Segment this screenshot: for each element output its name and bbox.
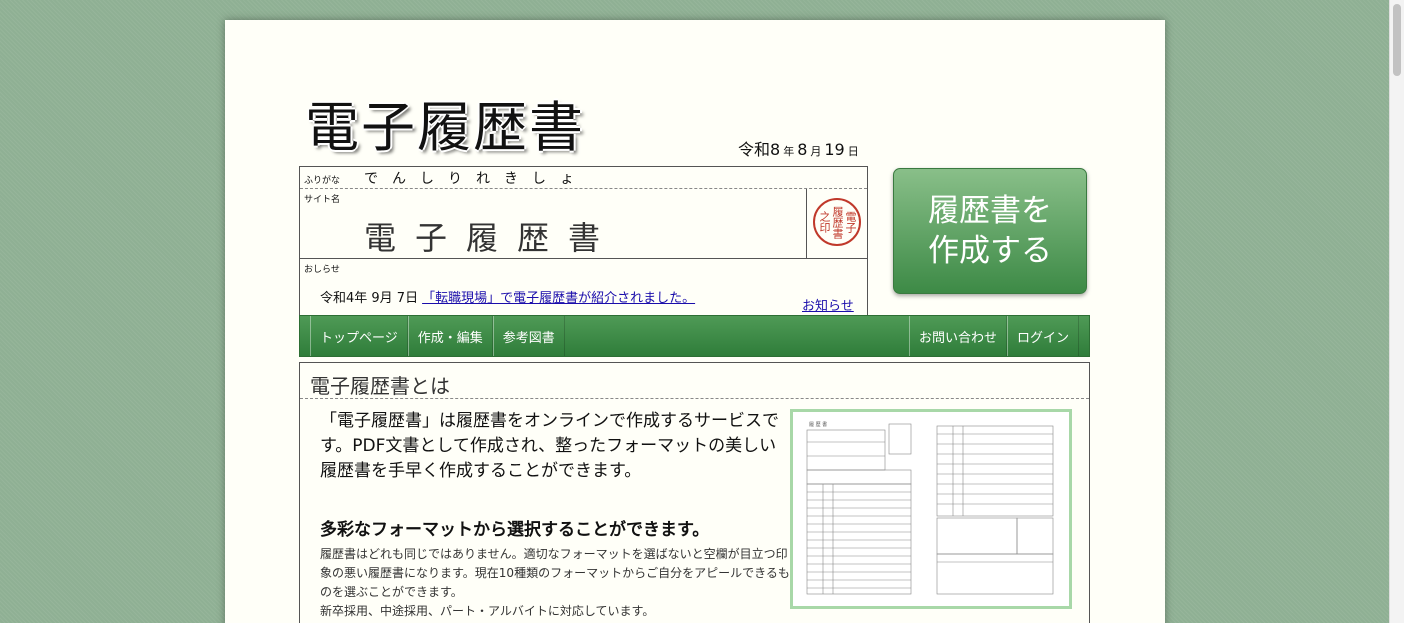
intro-lead: 「電子履歴書」は履歴書をオンラインで作成するサービスです。PDF文書として作成さ… <box>320 411 779 481</box>
name-row: サイト名 電子履歴書 電子 履歴書 之印 <box>300 189 867 259</box>
seal-cell: 電子 履歴書 之印 <box>806 189 868 259</box>
nav-item-top[interactable]: トップページ <box>310 316 408 356</box>
news-row: おしらせ 令和4年 9月 7日 「転職現場」で電子履歴書が紹介されました。 お知ら… <box>300 259 867 315</box>
main-nav: トップページ 作成・編集 参考図書 お問い合わせ ログイン <box>299 315 1090 357</box>
name-label: サイト名 <box>304 195 341 205</box>
furigana-label: ふりがな <box>304 176 341 186</box>
page-sheet: 電子履歴書 令和8 年 8 月 19 日 ふりがな でんしりれきしょ サイト名 電子履歴書… <box>225 20 1165 623</box>
news-item: 令和4年 9月 7日 「転職現場」で電子履歴書が紹介されました。 <box>320 287 695 306</box>
nav-item-edit[interactable]: 作成・編集 <box>407 316 493 356</box>
feature-body-text: 履歴書はどれも同じではありません。適切なフォーマットを選ばないと空欄が目立つ印象… <box>320 547 790 599</box>
site-logo[interactable]: 電子履歴書 <box>305 98 585 158</box>
nav-item-contact[interactable]: お問い合わせ <box>908 316 1007 356</box>
intro-section: 電子履歴書とは 「電子履歴書」は履歴書をオンラインで作成するサービスです。PDF… <box>299 362 1090 623</box>
furigana-text: でんしりれきしょ <box>364 171 588 187</box>
news-more-link[interactable]: お知らせ <box>802 295 854 314</box>
scrollbar-thumb[interactable] <box>1393 4 1401 76</box>
resume-preview-drawing: 履 歴 書 <box>806 421 1054 595</box>
feature-body: 履歴書はどれも同じではありません。適切なフォーマットを選ばないと空欄が目立つ印象… <box>320 545 790 621</box>
news-label: おしらせ <box>304 265 340 275</box>
seal-stamp-icon: 電子 履歴書 之印 <box>813 198 861 246</box>
feature-heading: 多彩なフォーマットから選択することができます。 <box>320 520 710 540</box>
nav-item-login[interactable]: ログイン <box>1006 316 1079 356</box>
resume-header-card: ふりがな でんしりれきしょ サイト名 電子履歴書 電子 履歴書 之印 おしらせ … <box>299 166 868 316</box>
preview-caption: 履 歴 書 <box>809 421 827 428</box>
current-date: 令和8 年 8 月 19 日 <box>738 140 859 159</box>
news-link[interactable]: 「転職現場」で電子履歴書が紹介されました。 <box>422 291 695 306</box>
nav-left: トップページ 作成・編集 参考図書 <box>310 316 565 356</box>
section-title: 電子履歴書とは <box>300 363 1089 399</box>
nav-right: お問い合わせ ログイン <box>908 316 1079 356</box>
feature-body-text-2: 新卒採用、中途採用、パート・アルバイトに対応しています。 <box>320 604 655 618</box>
nav-item-books[interactable]: 参考図書 <box>492 316 565 356</box>
news-date: 令和4年 9月 7日 <box>320 291 419 306</box>
site-name: 電子履歴書 <box>364 219 620 257</box>
vertical-scrollbar[interactable] <box>1389 0 1404 623</box>
create-resume-button[interactable]: 履歴書を 作成する <box>893 168 1087 294</box>
resume-preview-image[interactable]: 履 歴 書 <box>790 409 1072 609</box>
furigana-row: ふりがな でんしりれきしょ <box>300 167 867 189</box>
